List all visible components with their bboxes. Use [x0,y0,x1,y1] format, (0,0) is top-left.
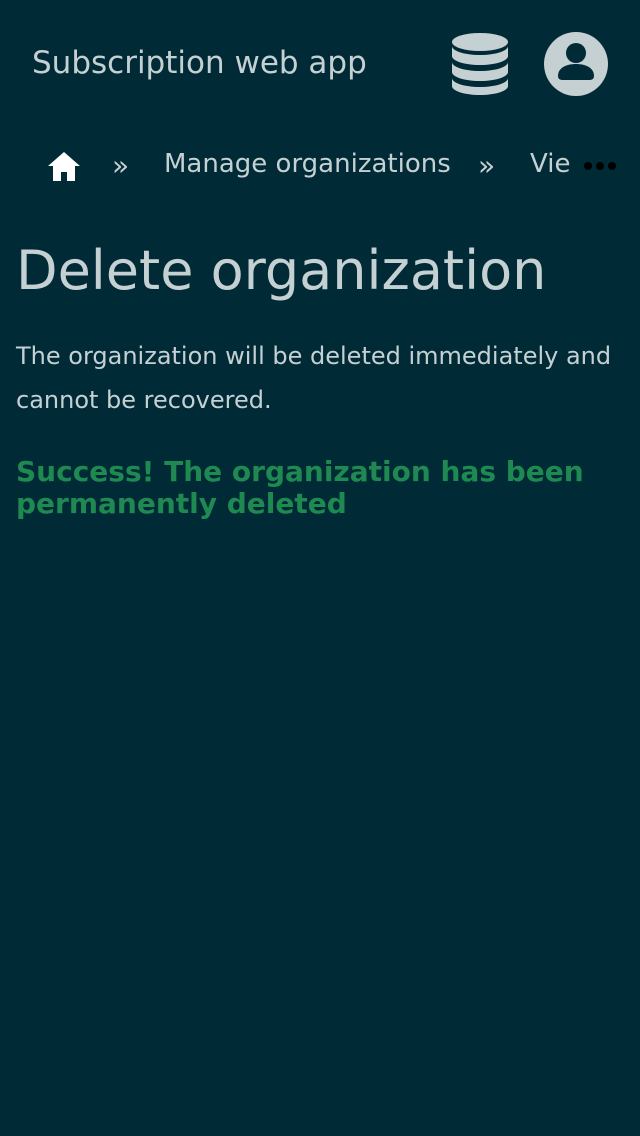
database-icon [452,33,508,95]
home-icon [48,152,80,181]
breadcrumb-home[interactable] [46,150,82,184]
user-circle-icon [544,32,608,96]
breadcrumb: » Manage organizations » Vie [0,140,640,192]
database-button[interactable] [448,30,512,98]
app-title[interactable]: Subscription web app [32,43,367,83]
user-account-button[interactable] [542,30,610,98]
app-header: Subscription web app [0,0,640,128]
breadcrumb-item-view[interactable]: Vie [530,146,570,182]
breadcrumb-separator: » [112,149,130,182]
breadcrumb-overflow-button[interactable] [580,152,620,180]
ellipsis-icon [580,156,620,176]
page-title: Delete organization [16,239,547,302]
success-message: Success! The organization has been perma… [16,455,584,520]
breadcrumb-item-manage-organizations[interactable]: Manage organizations [164,146,451,182]
breadcrumb-separator: » [478,149,496,182]
delete-description: The organization will be deleted immedia… [16,342,612,414]
